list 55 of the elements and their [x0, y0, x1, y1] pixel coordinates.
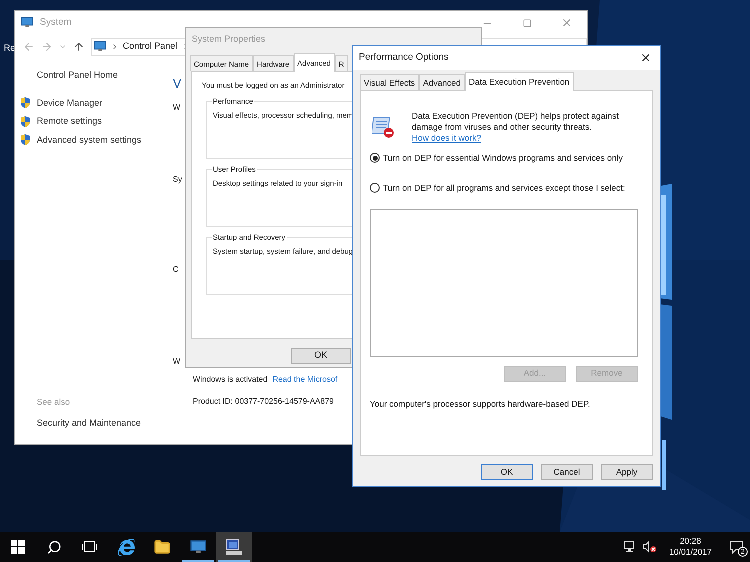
- dialog-title: Performance Options: [359, 50, 449, 65]
- clock-time: 20:28: [680, 536, 702, 547]
- tab[interactable]: Visual Effects: [360, 74, 420, 90]
- license-link[interactable]: Read the Microsof: [272, 374, 338, 386]
- section-label: C: [173, 264, 179, 276]
- computer-icon: [225, 538, 243, 556]
- help-link[interactable]: How does it work?: [412, 133, 482, 143]
- product-id: Product ID: 00377-70256-14579-AA879: [193, 396, 334, 408]
- dialog-button[interactable]: Apply: [601, 464, 653, 480]
- page-heading: V: [173, 76, 182, 92]
- section-label: W: [173, 356, 181, 368]
- close-icon[interactable]: [640, 52, 652, 64]
- dep-status: Your computer's processor supports hardware-based DEP.: [370, 398, 592, 410]
- chevron-icon[interactable]: [111, 43, 119, 51]
- ok-button[interactable]: OK: [291, 348, 351, 364]
- dep-description: Data Execution Prevention (DEP) helps protect against damage from viruses and other security threats. How does it work?: [412, 111, 620, 144]
- task-link[interactable]: Remote settings: [37, 115, 102, 128]
- monitor-icon: [21, 17, 34, 29]
- volume-icon[interactable]: [643, 541, 658, 553]
- section-label: Sy: [173, 174, 182, 186]
- task-link[interactable]: Advanced system settings: [37, 134, 142, 147]
- option-label[interactable]: Turn on DEP for essential Windows programs and services only: [383, 152, 623, 165]
- folder-icon: [154, 538, 170, 556]
- dialog-button[interactable]: OK: [481, 464, 533, 480]
- monitor-icon: [94, 41, 107, 53]
- shield-icon: [20, 134, 31, 146]
- home-link[interactable]: Control Panel Home: [20, 69, 173, 82]
- browser-icon: [118, 538, 134, 556]
- monitor-icon: [190, 540, 206, 554]
- activation-status: Windows is activated: [193, 374, 268, 386]
- search-icon: [46, 540, 62, 554]
- up-icon[interactable]: [73, 41, 85, 53]
- breadcrumb-item[interactable]: Control Panel: [123, 40, 178, 54]
- shield-icon: [20, 97, 31, 110]
- dep-icon: [372, 117, 396, 139]
- notification-icon[interactable]: [730, 540, 744, 554]
- tab[interactable]: Advanced: [419, 74, 465, 90]
- option-label[interactable]: Turn on DEP for all programs and services except those I select:: [383, 182, 626, 194]
- task-view-icon: [82, 541, 98, 553]
- see-also-link[interactable]: Security and Maintenance: [37, 416, 173, 430]
- section-label: W: [173, 102, 181, 114]
- shield-icon: [20, 116, 31, 128]
- radio-button[interactable]: [370, 183, 380, 194]
- task-link[interactable]: Device Manager: [37, 96, 103, 110]
- windows-logo-icon: [11, 540, 25, 554]
- radio-button[interactable]: [370, 153, 380, 164]
- tab[interactable]: Data Execution Prevention: [465, 72, 574, 91]
- dialog-title: System Properties: [192, 33, 266, 46]
- maximize-icon[interactable]: [522, 18, 532, 28]
- see-also-heading: See also: [36, 396, 72, 408]
- taskbar-button[interactable]: [216, 532, 252, 562]
- dialog-button[interactable]: Cancel: [541, 464, 593, 480]
- window-title: System: [40, 16, 72, 30]
- clock-date: 10/01/2017: [669, 547, 712, 558]
- network-icon[interactable]: [624, 541, 638, 553]
